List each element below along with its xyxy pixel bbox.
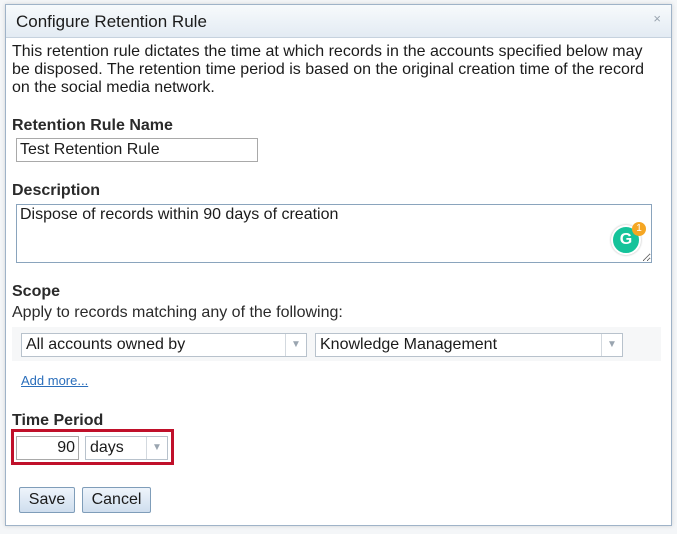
highlight-box <box>11 429 174 465</box>
criteria-select-value: All accounts owned by <box>26 336 186 353</box>
chevron-down-icon: ▼ <box>285 334 306 356</box>
add-more-link[interactable]: Add more... <box>21 373 88 388</box>
dialog-title: Configure Retention Rule <box>16 12 207 31</box>
chevron-down-icon: ▼ <box>601 334 622 356</box>
time-period-label: Time Period <box>12 412 104 429</box>
owner-select[interactable]: Knowledge Management ▼ <box>315 333 623 357</box>
description-textarea[interactable]: Dispose of records within 90 days of cre… <box>16 204 652 263</box>
grammarly-count-badge: 1 <box>632 222 646 236</box>
rule-name-input[interactable] <box>16 138 258 162</box>
scope-subtitle: Apply to records matching any of the fol… <box>12 304 343 321</box>
criteria-select[interactable]: All accounts owned by ▼ <box>21 333 307 357</box>
cancel-button[interactable]: Cancel <box>82 487 151 513</box>
intro-text: This retention rule dictates the time at… <box>12 43 645 96</box>
save-button[interactable]: Save <box>19 487 75 513</box>
description-label: Description <box>12 182 101 199</box>
owner-select-value: Knowledge Management <box>320 336 498 353</box>
dialog-titlebar: Configure Retention Rule × <box>6 5 671 38</box>
rule-name-label: Retention Rule Name <box>12 117 173 134</box>
close-icon[interactable]: × <box>653 11 661 26</box>
scope-label: Scope <box>12 283 61 300</box>
